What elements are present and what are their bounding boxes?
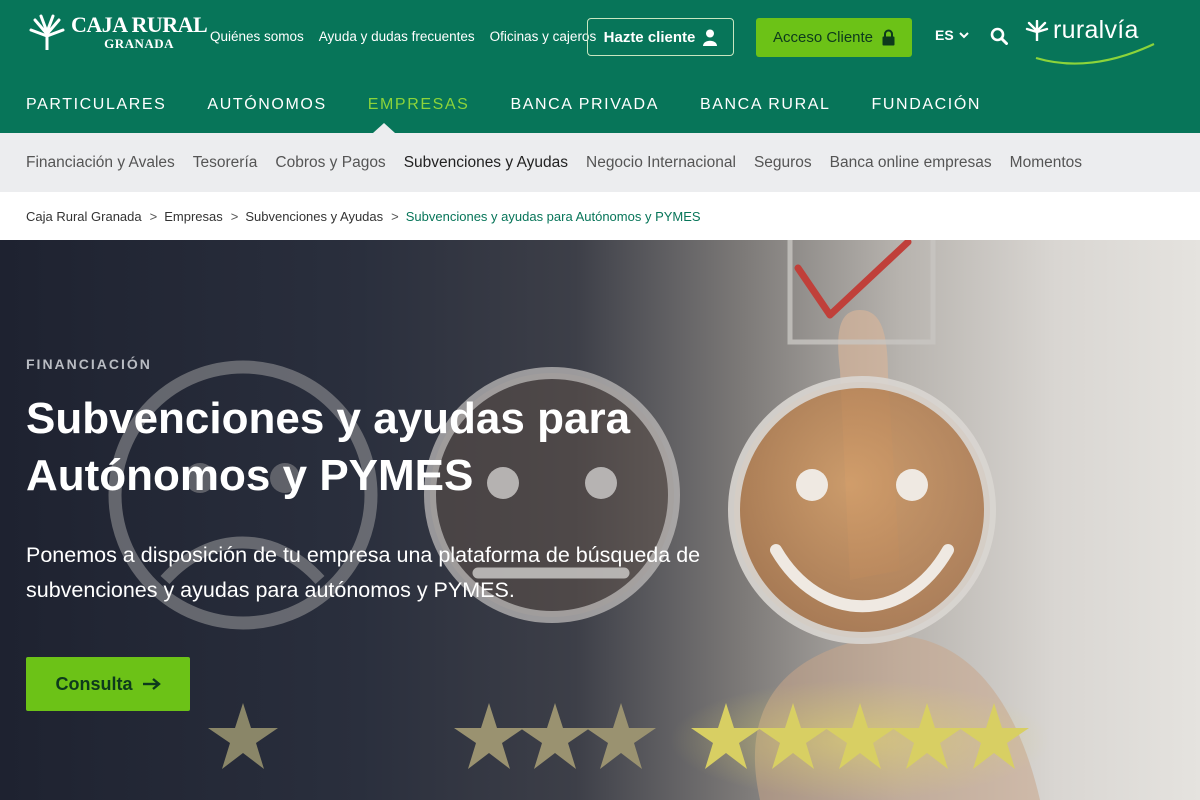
hero-title: Subvenciones y ayudas para Autónomos y P… [26,390,746,504]
caja-rural-logo-icon [29,14,65,50]
nav-banca-privada[interactable]: BANCA PRIVADA [510,96,659,114]
star-icon [959,703,1029,769]
subnav-financiacion[interactable]: Financiación y Avales [26,154,175,172]
nav-empresas[interactable]: EMPRESAS [368,96,470,114]
star-icon [892,703,962,769]
brand-sub: GRANADA [104,36,175,51]
language-label: ES [935,27,954,43]
lock-icon [882,29,895,46]
search-icon [990,27,1008,45]
breadcrumb: Caja Rural Granada > Empresas > Subvenci… [0,192,1200,240]
hero-banner: FINANCIACIÓN Subvenciones y ayudas para … [0,240,1200,800]
acceso-cliente-label: Acceso Cliente [772,29,874,46]
star-icon [520,703,590,769]
main-nav: PARTICULARES AUTÓNOMOS EMPRESAS BANCA PR… [26,96,1022,114]
subnav-momentos[interactable]: Momentos [1010,154,1082,172]
star-icon [454,703,524,769]
breadcrumb-item-empresas[interactable]: Empresas [164,209,223,224]
hero-description-line-1: Ponemos a disposición de tu empresa una … [26,543,701,567]
breadcrumb-item-subvenciones[interactable]: Subvenciones y Ayudas [245,209,383,224]
subnav-banca-online[interactable]: Banca online empresas [830,154,992,172]
ruralvia-logo[interactable]: ruralvía [1025,16,1155,65]
breadcrumb-separator: > [230,209,239,224]
consulta-button[interactable]: Consulta [26,657,190,711]
star-icon [586,703,656,769]
star-icon [691,703,761,769]
hazte-cliente-label: Hazte cliente [603,28,696,46]
consulta-label: Consulta [55,673,133,694]
util-link-oficinas[interactable]: Oficinas y cajeros [490,29,597,44]
chevron-down-icon [958,31,969,38]
nav-fundacion[interactable]: FUNDACIÓN [872,96,982,114]
subnav-negocio[interactable]: Negocio Internacional [586,154,736,172]
arrow-right-icon [142,678,161,690]
brand-name: CAJA RURAL [71,12,208,37]
hazte-cliente-button[interactable]: Hazte cliente [587,18,734,56]
star-icon [758,703,828,769]
subnav-subvenciones[interactable]: Subvenciones y Ayudas [404,154,568,172]
nav-banca-rural[interactable]: BANCA RURAL [700,96,831,114]
acceso-cliente-button[interactable]: Acceso Cliente [756,18,912,57]
rating-stars-image [208,703,1029,769]
subnav-tesoreria[interactable]: Tesorería [193,154,258,172]
subnav-cobros[interactable]: Cobros y Pagos [275,154,385,172]
hero-title-line-2: Autónomos y PYMES [26,451,474,500]
hero-title-line-1: Subvenciones y ayudas para [26,394,631,443]
sub-nav: Financiación y Avales Tesorería Cobros y… [0,133,1200,192]
star-icon [208,703,278,769]
star-icon [825,703,895,769]
util-link-ayuda[interactable]: Ayuda y dudas frecuentes [319,29,475,44]
hero-description-line-2: subvenciones y ayudas para autónomos y P… [26,578,515,602]
nav-particulares[interactable]: PARTICULARES [26,96,166,114]
ruralvia-logo-icon [1025,19,1049,41]
caja-rural-logo[interactable]: CAJA RURAL GRANADA [27,12,208,52]
nav-autonomos[interactable]: AUTÓNOMOS [207,96,326,114]
subnav-seguros[interactable]: Seguros [754,154,812,172]
breadcrumb-item-current: Subvenciones y ayudas para Autónomos y P… [405,209,701,224]
breadcrumb-separator: > [149,209,158,224]
breadcrumb-separator: > [391,209,399,224]
ruralvia-swoosh-icon [1035,43,1155,65]
hero-eyebrow: FINANCIACIÓN [26,356,152,372]
search-button[interactable] [990,27,1008,50]
top-header: CAJA RURAL GRANADA Quiénes somos Ayuda y… [0,0,1200,133]
active-nav-indicator [373,123,395,133]
utility-links: Quiénes somos Ayuda y dudas frecuentes O… [210,29,611,44]
user-icon [703,29,718,46]
util-link-quienes[interactable]: Quiénes somos [210,29,304,44]
language-selector[interactable]: ES [935,27,969,43]
breadcrumb-item-home[interactable]: Caja Rural Granada [26,209,142,224]
hero-description: Ponemos a disposición de tu empresa una … [26,538,746,608]
